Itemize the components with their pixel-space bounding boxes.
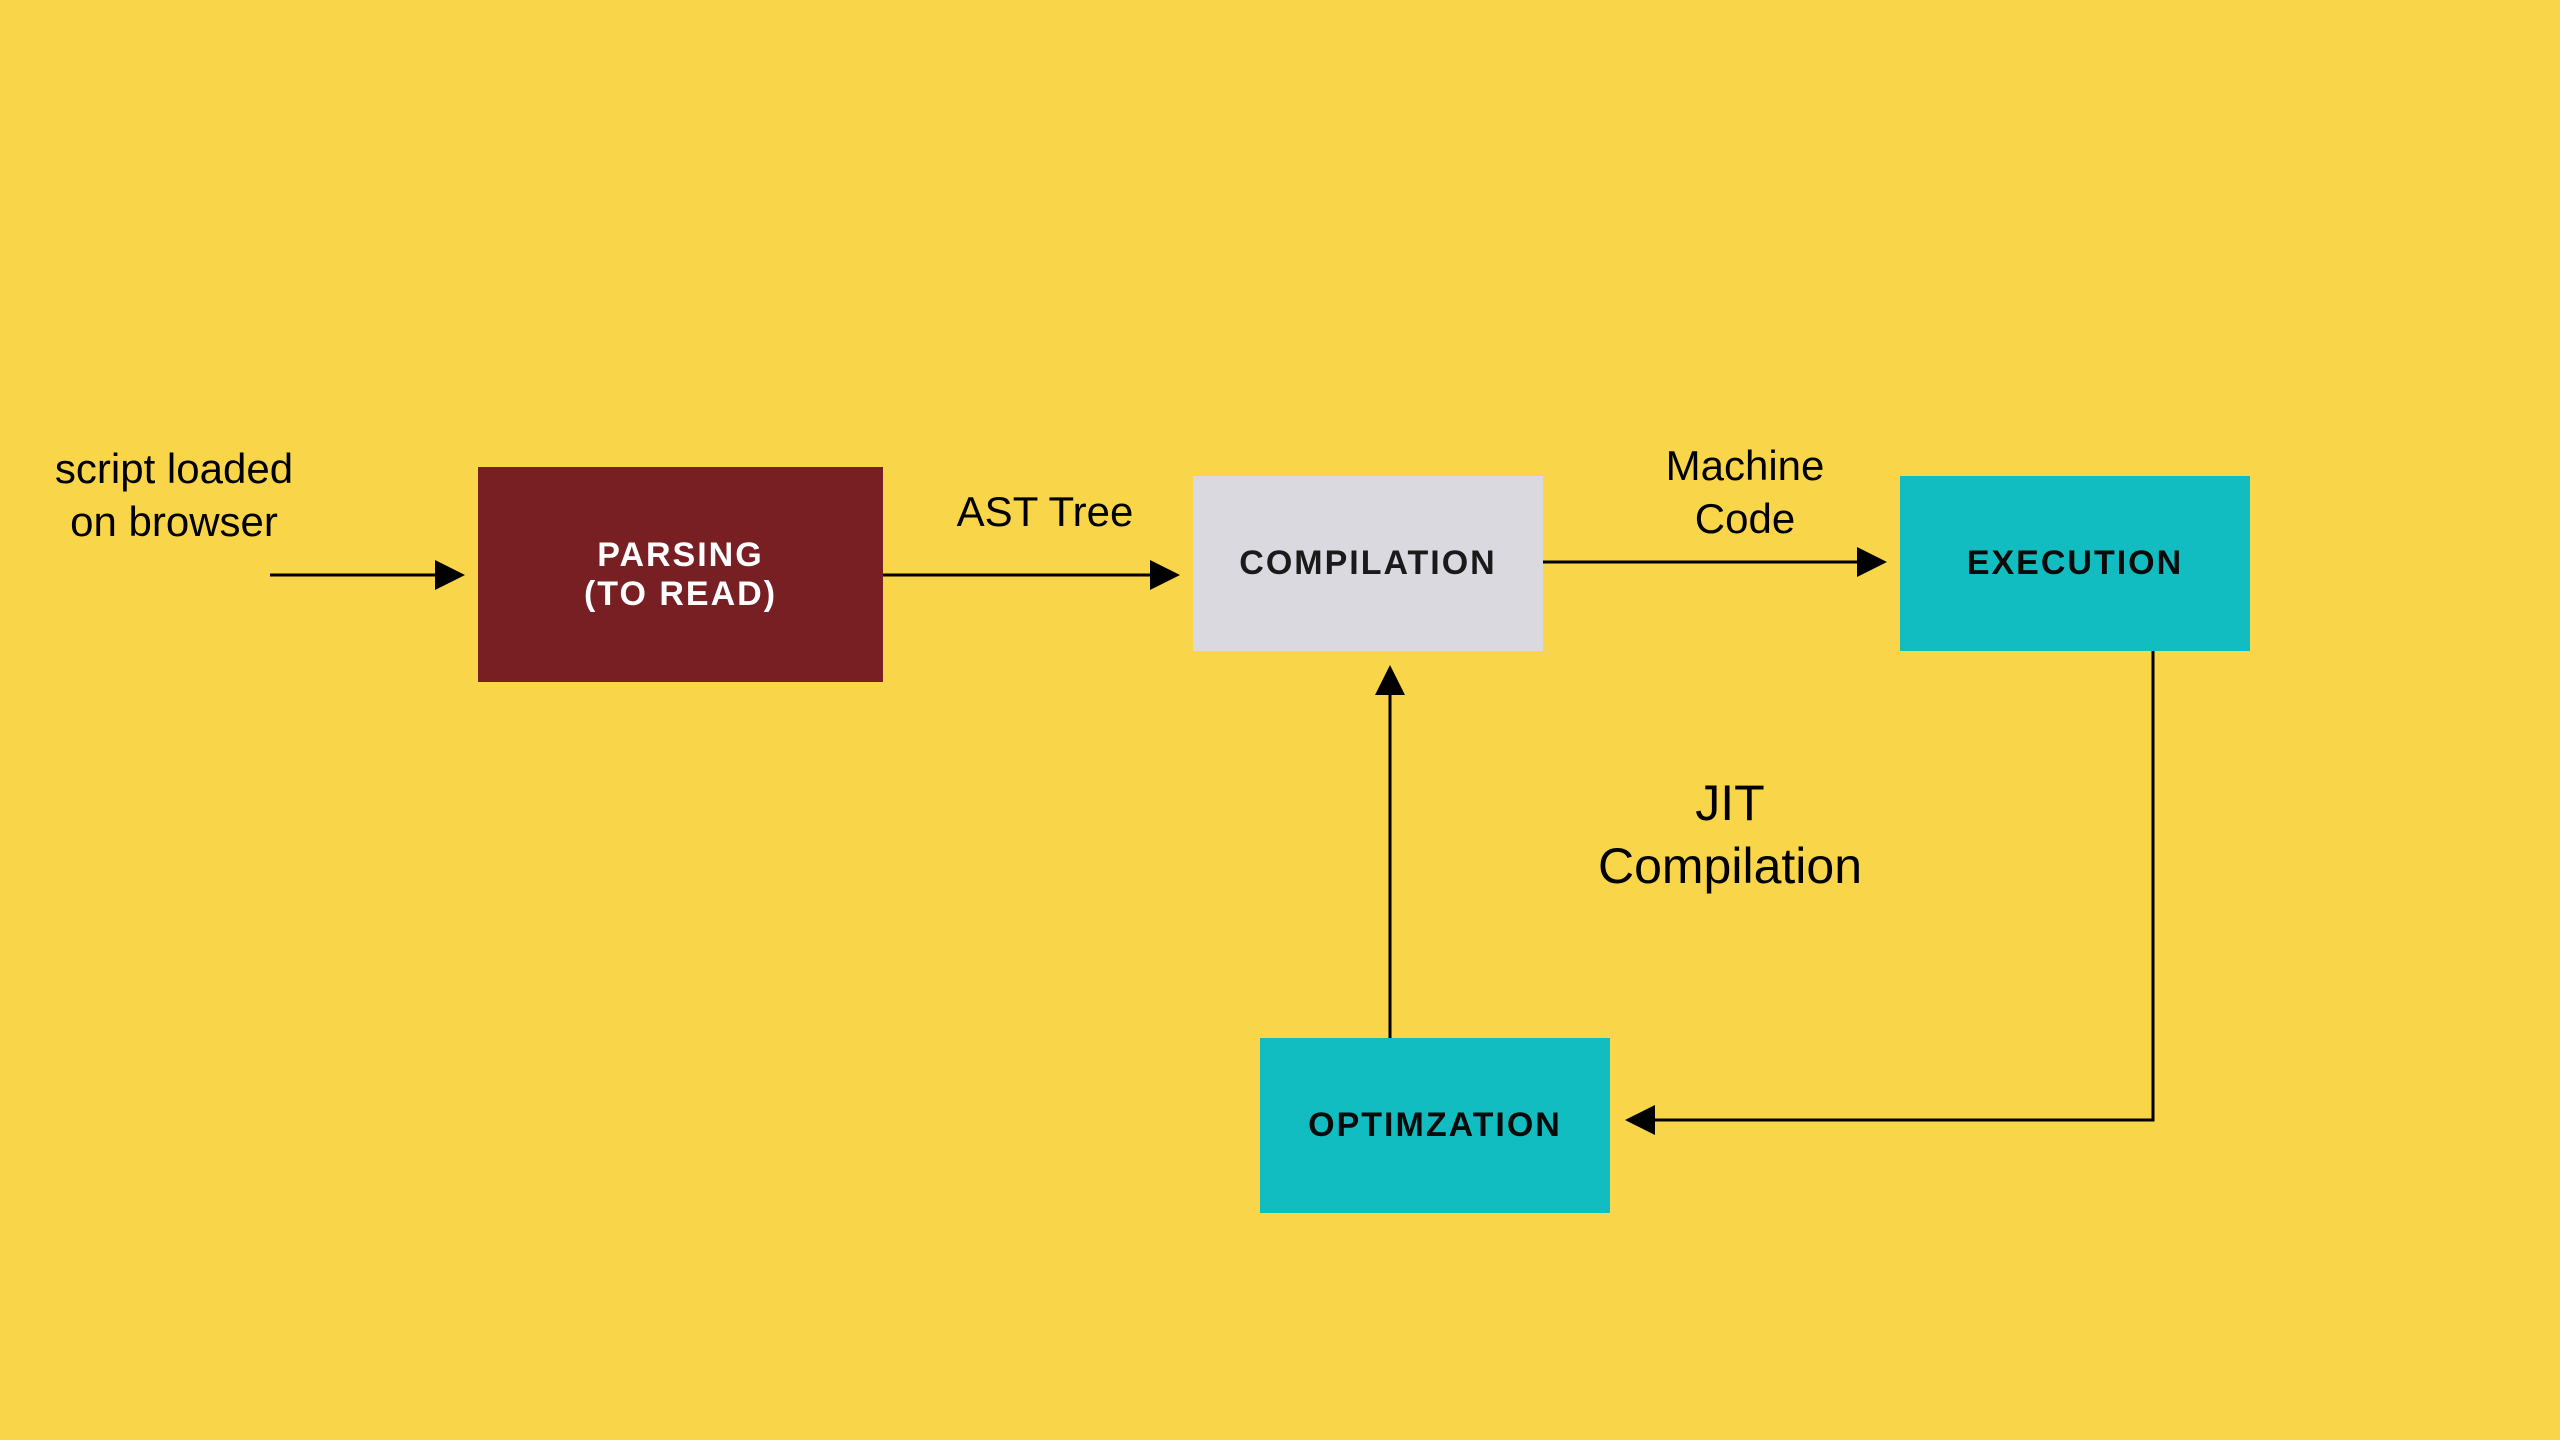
execution-node: EXECUTION bbox=[1900, 476, 2250, 651]
diagram-canvas: script loadedon browser AST Tree Machine… bbox=[0, 0, 2560, 1440]
arrows-layer bbox=[0, 0, 2560, 1440]
compilation-node: COMPILATION bbox=[1193, 476, 1543, 651]
script-loaded-label: script loadedon browser bbox=[9, 443, 339, 548]
ast-tree-label: AST Tree bbox=[945, 486, 1145, 539]
optimization-node: OPTIMZATION bbox=[1260, 1038, 1610, 1213]
parsing-line1: PARSING bbox=[597, 536, 763, 575]
jit-compilation-label: JITCompilation bbox=[1580, 772, 1880, 897]
machine-code-label: MachineCode bbox=[1620, 440, 1870, 545]
parsing-node: PARSING (TO READ) bbox=[478, 467, 883, 682]
parsing-line2: (TO READ) bbox=[584, 575, 777, 614]
